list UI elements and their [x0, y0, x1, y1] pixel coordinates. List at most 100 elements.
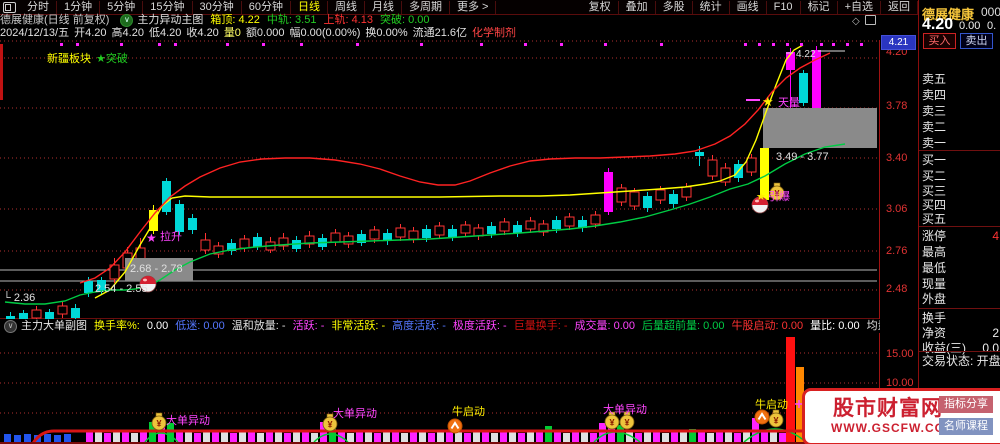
- candle-body: [564, 216, 575, 227]
- menu-period-1[interactable]: 1分钟: [57, 0, 101, 14]
- menu-period-7[interactable]: 周线: [328, 0, 365, 14]
- candle-body: [200, 239, 211, 251]
- volume-bar: [275, 432, 282, 442]
- volume-bar: [662, 433, 669, 442]
- menu-tool-3[interactable]: 统计: [693, 0, 730, 14]
- row-label: 买一: [922, 153, 947, 167]
- volume-bar: [716, 431, 723, 442]
- menu-period-9[interactable]: 多周期: [402, 0, 450, 14]
- orderbook-row-买四[interactable]: 买四: [922, 198, 1000, 212]
- indicator-stat-12: 量比: 0.00: [810, 320, 860, 332]
- menu-tool-5[interactable]: F10: [767, 0, 801, 14]
- candle-body: [746, 157, 757, 173]
- indicator-stat-9: 成交量: 0.00: [574, 320, 636, 332]
- orderbook-row-卖五[interactable]: 卖五: [922, 72, 1000, 86]
- menu-period-6[interactable]: 日线: [291, 0, 328, 14]
- window-mini-icon[interactable]: [864, 15, 876, 25]
- candle-body: [669, 194, 678, 204]
- title-stat-0: 箱顶: 4.22: [210, 14, 260, 27]
- row-value: 2: [992, 326, 999, 340]
- chart-annotation: ★: [762, 94, 774, 109]
- orderbook-row-卖二[interactable]: 卖二: [922, 120, 1000, 134]
- menu-tool-2[interactable]: 多股: [656, 0, 693, 14]
- volume-bar: [428, 433, 435, 442]
- menu-tool-4[interactable]: 画线: [730, 0, 767, 14]
- signal-dot: [300, 43, 303, 46]
- volume-bar: [284, 433, 291, 442]
- ohlc-stat-8: 换0.00%: [365, 27, 408, 39]
- left-accent-bar: [0, 44, 3, 100]
- indicator-collapse-icon[interactable]: ∨: [120, 14, 134, 27]
- window-icon[interactable]: [3, 1, 16, 13]
- volume-bar: [383, 432, 390, 442]
- diamond-icon[interactable]: ◇: [852, 16, 860, 27]
- volume-bar: [131, 433, 138, 442]
- menu-tool-0[interactable]: 复权: [582, 0, 619, 14]
- row-label: 外盘: [922, 292, 947, 306]
- menu-period-0[interactable]: 分时: [20, 0, 57, 14]
- volume-bar: [644, 431, 651, 442]
- candle-body: [408, 230, 419, 240]
- ohlc-stat-1: 开4.20: [74, 27, 107, 39]
- panel-divider: [918, 0, 919, 444]
- signal-dot: [786, 43, 789, 46]
- signal-label: 牛启动: [755, 397, 788, 411]
- indicator-stat-4: 活跃: -: [292, 320, 325, 332]
- volume-bar: [786, 337, 795, 442]
- orderbook-row-卖三[interactable]: 卖三: [922, 104, 1000, 118]
- ohlc-stat-9: 流通21.6亿: [412, 27, 468, 39]
- volume-bar: [770, 432, 777, 442]
- title-stat-3: 突破: 0.00: [379, 14, 430, 27]
- menu-tool-6[interactable]: 标记: [801, 0, 838, 14]
- title-row-icons: ◇: [852, 14, 876, 28]
- row-label: 卖二: [922, 120, 947, 134]
- volume-bar: [86, 432, 93, 442]
- candle-body: [552, 220, 561, 229]
- signal-dot: [524, 43, 527, 46]
- volume-bar: [4, 434, 11, 442]
- main-candlestick-chart[interactable]: ¥新疆板块 ★突破2.68 - 2.782.54 - 2.55└ 2.363.49…: [0, 40, 880, 320]
- sell-button[interactable]: 卖出: [960, 33, 993, 49]
- info-row-11: 最高: [922, 245, 1000, 259]
- orderbook-row-卖四[interactable]: 卖四: [922, 88, 1000, 102]
- orderbook-row-卖一[interactable]: 卖一: [922, 136, 1000, 150]
- signal-label: 大单异动: [333, 406, 377, 420]
- indicator-stat-1: 0.00: [146, 320, 169, 332]
- orderbook-row-买五[interactable]: 买五: [922, 212, 1000, 226]
- menu-period-2[interactable]: 5分钟: [100, 0, 144, 14]
- menu-period-4[interactable]: 30分钟: [193, 0, 242, 14]
- signal-label: 牛启动: [452, 404, 485, 418]
- orderbook-row-买一[interactable]: 买一: [922, 153, 1000, 167]
- menu-tool-1[interactable]: 叠加: [619, 0, 656, 14]
- menu-period-3[interactable]: 15分钟: [143, 0, 193, 14]
- menu-period-10[interactable]: 更多 >: [450, 0, 497, 14]
- candle-body: [695, 152, 704, 156]
- volume-bar: [464, 433, 471, 442]
- volume-bar: [365, 432, 372, 442]
- volume-subchart[interactable]: ¥ ¥ ¥ ¥ ¥大单异动大单异动 牛启动 大单异动 牛启动: [0, 334, 880, 444]
- bull-start-arrow-icon: [447, 418, 463, 434]
- candle-body: [629, 191, 640, 207]
- orderbook-row-买二[interactable]: 买二: [922, 169, 1000, 183]
- candle-body: [422, 229, 431, 238]
- orderbook-row-买三[interactable]: 买三: [922, 184, 1000, 198]
- svg-text:¥: ¥: [609, 418, 614, 428]
- row-label: 卖五: [922, 72, 947, 86]
- svg-text:¥: ¥: [624, 418, 629, 428]
- sub-collapse-icon[interactable]: ∨: [4, 319, 17, 333]
- candle-body: [513, 225, 522, 233]
- buy-button[interactable]: 买入: [923, 33, 956, 49]
- sub-indicator-name[interactable]: 主力大单副图: [21, 320, 87, 332]
- menu-period-5[interactable]: 60分钟: [242, 0, 291, 14]
- menu-period-8[interactable]: 月线: [365, 0, 402, 14]
- signal-dot: [832, 43, 835, 46]
- signal-dot: [158, 43, 161, 46]
- signal-dot: [820, 43, 823, 46]
- main-indicator-name[interactable]: 主力异动主图: [137, 14, 203, 26]
- chart-title-row: 德展健康(日线 前复权) ∨ 主力异动主图 箱顶: 4.22 中轨: 3.51 上轨: 4…: [0, 14, 918, 27]
- row-label: 买三: [922, 184, 947, 198]
- signal-dot: [120, 43, 123, 46]
- row-value: 4: [992, 229, 999, 243]
- menu-tool-7[interactable]: +自选: [838, 0, 881, 14]
- menu-tool-8[interactable]: 返回: [881, 0, 918, 14]
